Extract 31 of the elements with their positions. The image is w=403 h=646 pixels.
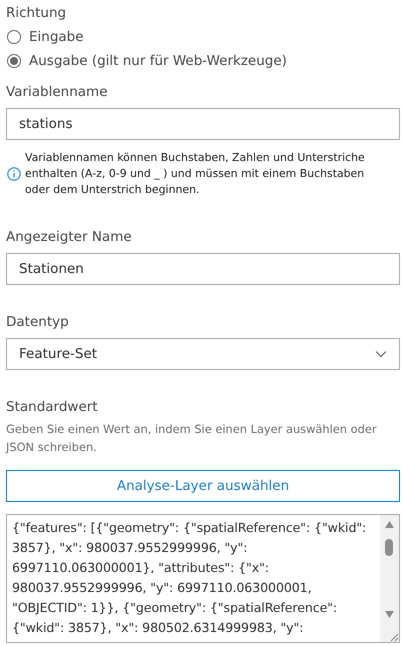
field-label: Variablenname (6, 84, 108, 100)
help-text: Variablennamen können Buchstaben, Zahlen und Unterstriche enthalten (A-z, 0-9 und _ ) und müssen mit einem Buchstaben oder dem Unterstrich beginnen. (25, 150, 366, 198)
field-label: Standardwert (6, 399, 98, 415)
scrollbar[interactable] (380, 515, 399, 642)
field-label: Richtung (6, 5, 66, 21)
scroll-up-icon (385, 521, 394, 528)
json-textarea[interactable] (6, 514, 400, 643)
radio-button[interactable] (7, 30, 21, 44)
radio-button[interactable] (7, 54, 21, 68)
text-field[interactable]: Stationen (6, 253, 400, 285)
field-label: Datentyp (6, 314, 69, 330)
json-text-line: 3857}, "x": 980037.9552999996, "y": (12, 539, 248, 557)
text-field[interactable]: stations (6, 108, 400, 140)
select-layer-button[interactable]: Analyse-Layer auswählen (6, 470, 400, 502)
radio-label: Ausgabe (gilt nur für Web-Werkzeuge) (29, 53, 287, 69)
datatype-dropdown[interactable]: Feature-Set (6, 338, 400, 370)
hint-text: Geben Sie einen Wert an, indem Sie einen Layer auswählen oder JSON schreiben. (6, 421, 378, 456)
json-text-line: 6997110.063000001}, "attributes": {"x": (12, 559, 270, 577)
input-value: Stationen (19, 261, 84, 277)
input-value: stations (19, 116, 72, 132)
info-icon (7, 167, 21, 181)
json-text-line: "OBJECTID": 1}}, {"geometry": {"spatialReference": (12, 599, 338, 617)
scroll-down-icon (385, 611, 394, 618)
json-text-line: {"features": [{"geometry": {"spatialReference": {"wkid": (12, 519, 368, 537)
json-text-line: {"wkid": 3857}, "x": 980502.6314999983, "y": (12, 619, 304, 637)
radio-label: Eingabe (29, 29, 84, 45)
scroll-thumb[interactable] (385, 539, 393, 556)
json-text-line: 980037.9552999996, "y": 6997110.063000001, (12, 579, 313, 597)
chevron-down-icon (375, 350, 387, 358)
select-value: Feature-Set (19, 346, 98, 362)
field-label: Angezeigter Name (6, 229, 132, 245)
